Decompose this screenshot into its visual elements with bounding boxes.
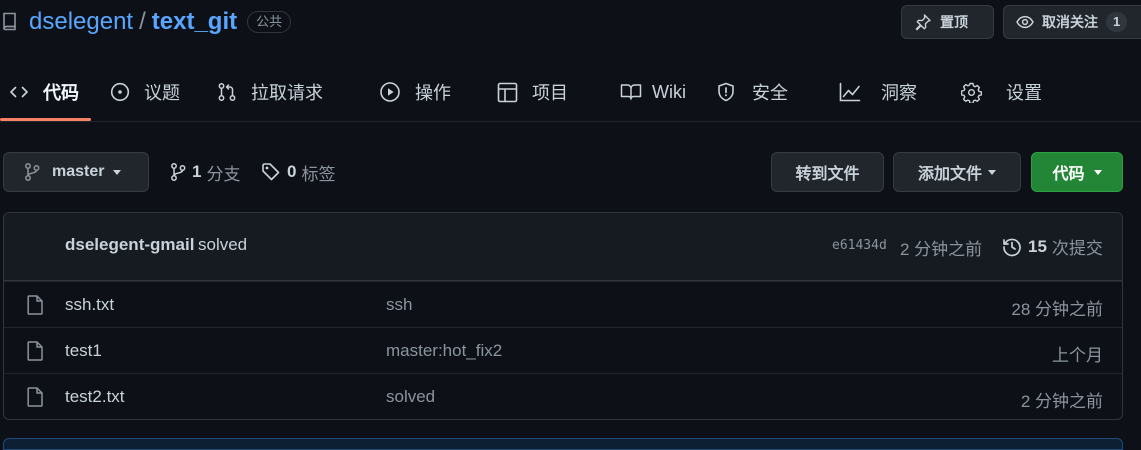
- git-branch-icon: [24, 162, 40, 182]
- tab-label: 设置: [1006, 83, 1042, 103]
- tab-label: 安全: [752, 83, 788, 103]
- git-branch-icon: [170, 162, 186, 182]
- repo-tabs: 代码 议题 拉取请求 操作 项目 Wiki 安全 洞察 设置: [0, 62, 1141, 122]
- repo-owner-link[interactable]: dselegent: [29, 4, 133, 40]
- add-file-label: 添加文件: [917, 166, 982, 183]
- code-icon: [9, 82, 29, 102]
- tab-label: 议题: [144, 83, 180, 103]
- path-separator: /: [139, 8, 146, 35]
- tag-icon: [261, 162, 281, 182]
- tab-label: 项目: [532, 83, 568, 103]
- git-pull-request-icon: [217, 82, 237, 102]
- eye-icon: [1016, 13, 1034, 31]
- tab-insights[interactable]: 洞察: [839, 62, 917, 122]
- book-icon: [620, 82, 642, 102]
- active-tab-underline: [0, 118, 91, 121]
- unwatch-label: 取消关注: [1042, 14, 1098, 30]
- pin-icon: [914, 13, 932, 31]
- commit-author-link[interactable]: dselegent-gmail: [65, 235, 194, 255]
- visibility-badge: 公共: [247, 11, 292, 33]
- file-list: dselegent-gmail solved e61434d 2 分钟之前 15…: [3, 212, 1123, 420]
- file-name-link[interactable]: test2.txt: [65, 387, 125, 407]
- file-name-link[interactable]: ssh.txt: [65, 295, 114, 315]
- go-to-file-button[interactable]: 转到文件: [771, 152, 884, 192]
- commit-count-label: 次提交: [1051, 239, 1103, 258]
- commit-sha-link[interactable]: e61434d: [832, 238, 887, 253]
- tab-settings[interactable]: 设置: [961, 62, 1042, 122]
- branch-count-label: 分支: [206, 164, 241, 184]
- tab-label: Wiki: [652, 81, 686, 102]
- branches-link[interactable]: 1 分支: [170, 160, 240, 184]
- chevron-down-icon: [113, 169, 122, 175]
- repo-header: dselegent / text_git 公共 置顶 取消关注 1: [0, 0, 1141, 50]
- chevron-down-icon: [1093, 169, 1102, 175]
- file-icon: [26, 295, 44, 315]
- table-icon: [497, 82, 518, 103]
- tab-pull-requests[interactable]: 拉取请求: [217, 62, 323, 122]
- tab-code[interactable]: 代码: [9, 62, 79, 122]
- tab-issues[interactable]: 议题: [110, 62, 180, 122]
- commit-time: 2 分钟之前: [900, 240, 983, 259]
- code-button-label: 代码: [1052, 166, 1085, 183]
- file-commit-link[interactable]: ssh: [386, 295, 412, 315]
- tab-label: 拉取请求: [251, 83, 323, 103]
- file-row[interactable]: test1 master:hot_fix2 上个月: [4, 327, 1122, 373]
- branch-count: 1: [192, 162, 202, 181]
- file-icon: [26, 387, 44, 407]
- pin-button[interactable]: 置顶: [901, 5, 994, 39]
- tab-wiki[interactable]: Wiki: [620, 62, 686, 122]
- tags-link[interactable]: 0 标签: [261, 160, 335, 184]
- tab-label: 代码: [43, 83, 79, 103]
- watch-count-badge: 1: [1106, 12, 1128, 32]
- repo-title: dselegent / text_git 公共: [29, 4, 292, 40]
- repo-icon: [2, 12, 18, 32]
- tab-projects[interactable]: 项目: [497, 62, 568, 122]
- file-name-link[interactable]: test1: [65, 341, 102, 361]
- tab-security[interactable]: 安全: [716, 62, 788, 122]
- file-age: 上个月: [1052, 346, 1103, 365]
- file-icon: [26, 341, 44, 361]
- unwatch-button[interactable]: 取消关注 1: [1003, 5, 1141, 39]
- file-row[interactable]: ssh.txt ssh 28 分钟之前: [4, 281, 1122, 327]
- tab-actions[interactable]: 操作: [379, 62, 451, 122]
- file-commit-link[interactable]: solved: [386, 387, 435, 407]
- pin-label: 置顶: [940, 14, 968, 30]
- latest-commit-bar: dselegent-gmail solved e61434d 2 分钟之前 15…: [4, 213, 1122, 281]
- tab-label: 操作: [415, 83, 451, 103]
- file-age: 28 分钟之前: [1011, 300, 1103, 319]
- commit-count: 15: [1028, 236, 1047, 256]
- file-commit-link[interactable]: master:hot_fix2: [386, 341, 502, 361]
- branch-select-button[interactable]: master: [3, 152, 149, 192]
- gear-icon: [961, 82, 982, 103]
- file-age: 2 分钟之前: [1020, 392, 1103, 411]
- graph-icon: [839, 82, 861, 102]
- commit-message-link[interactable]: solved: [198, 235, 247, 255]
- history-icon: [1002, 237, 1022, 257]
- current-branch-label: master: [52, 163, 105, 180]
- tab-label: 洞察: [881, 83, 917, 103]
- go-to-file-label: 转到文件: [795, 166, 860, 183]
- play-icon: [379, 81, 401, 103]
- file-row[interactable]: test2.txt solved 2 分钟之前: [4, 373, 1122, 419]
- tag-count-label: 标签: [301, 164, 336, 184]
- code-dropdown-button[interactable]: 代码: [1031, 152, 1123, 192]
- shield-icon: [716, 82, 736, 102]
- issue-opened-icon: [110, 82, 130, 102]
- tag-count: 0: [287, 162, 297, 181]
- commit-history-link[interactable]: 15 次提交: [1002, 234, 1103, 259]
- chevron-down-icon: [988, 169, 996, 175]
- add-file-button[interactable]: 添加文件: [893, 152, 1021, 192]
- readme-panel-edge: [3, 438, 1123, 450]
- repo-name-link[interactable]: text_git: [152, 4, 237, 40]
